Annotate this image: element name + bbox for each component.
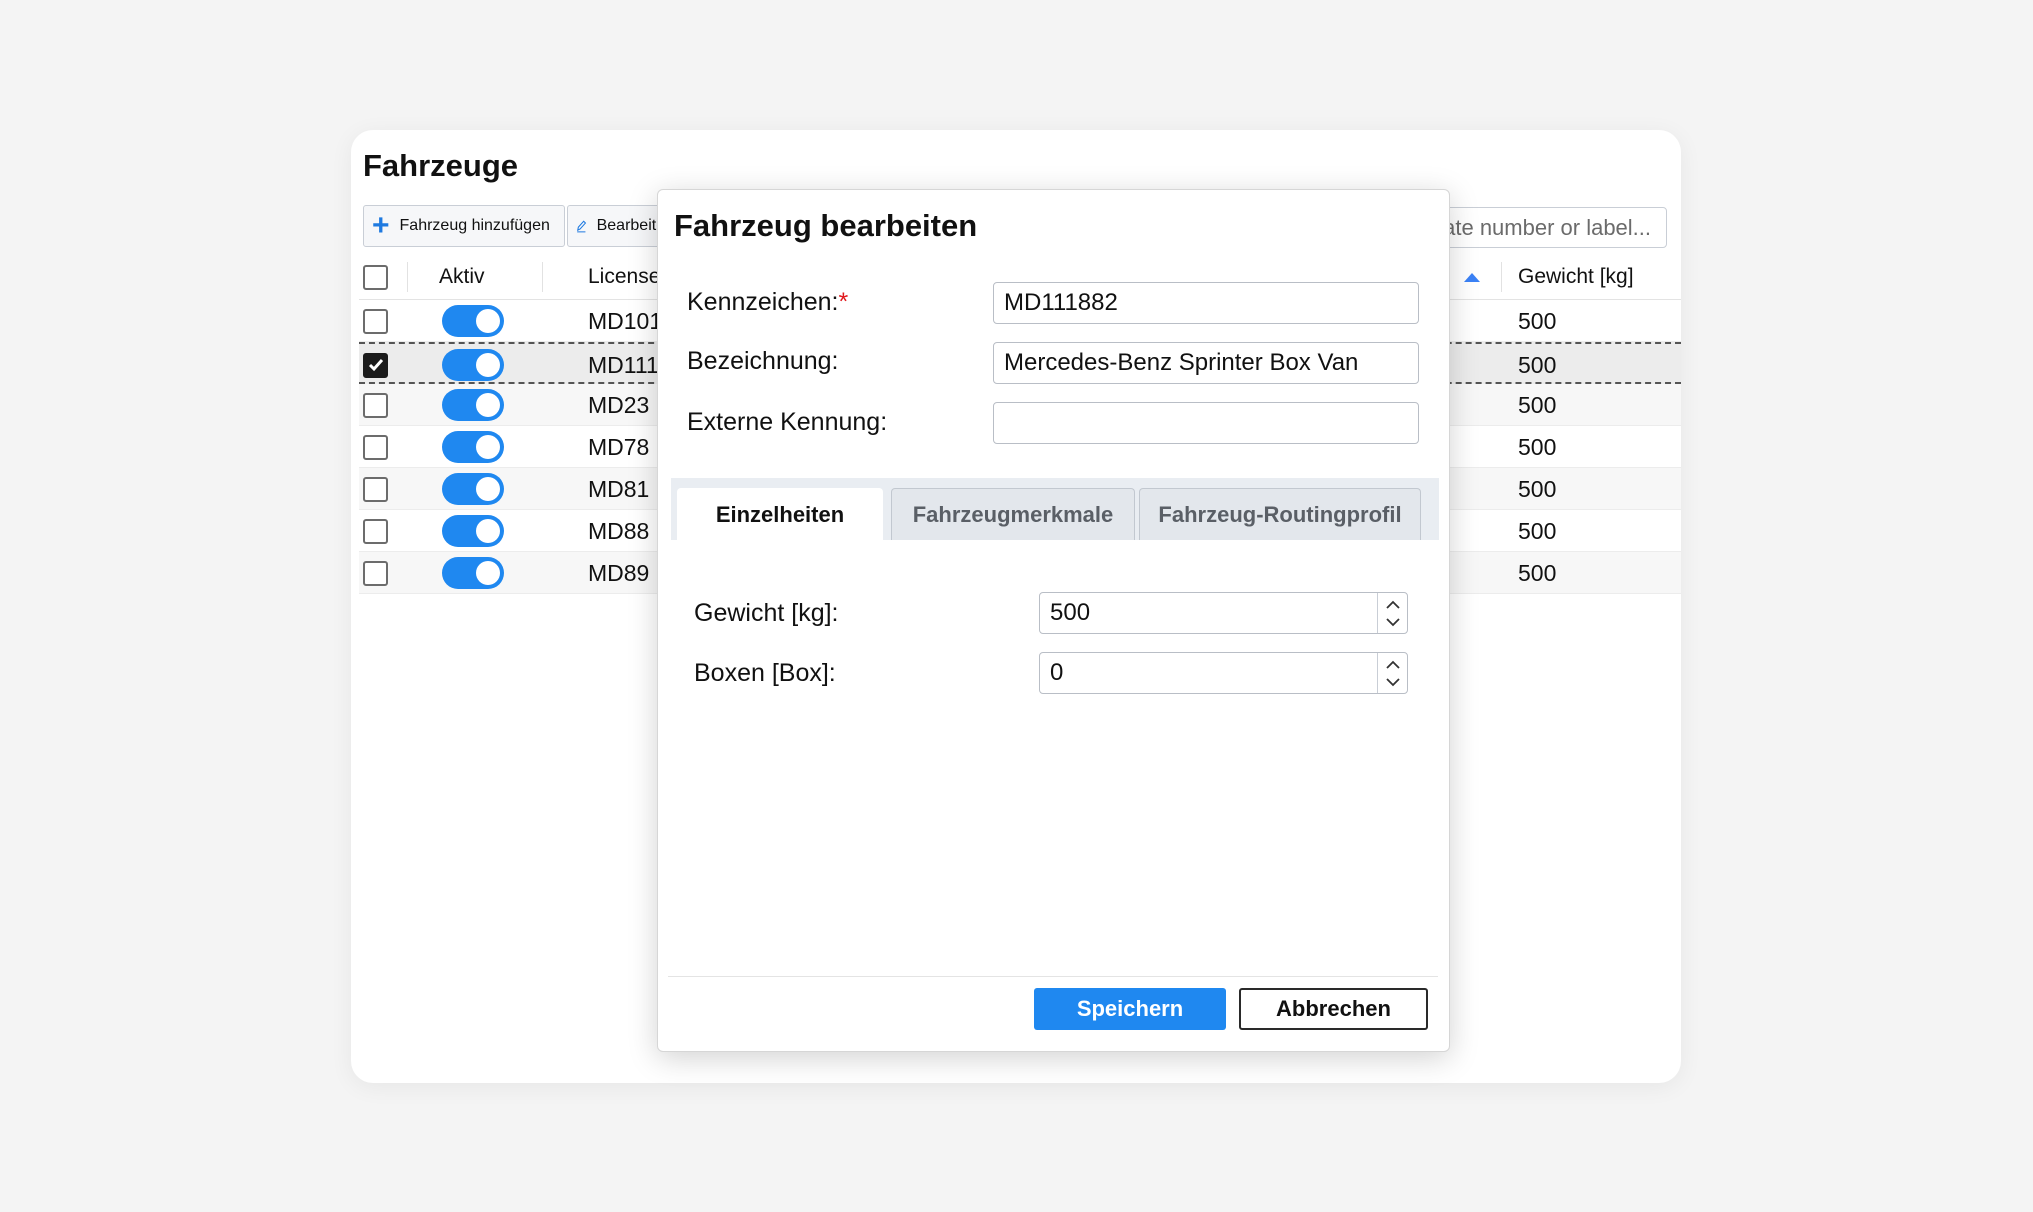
boxes-field xyxy=(1039,652,1408,694)
tab-fahrzeug-routingprofil[interactable]: Fahrzeug-Routingprofil xyxy=(1139,488,1421,540)
license-cell: MD89 xyxy=(588,559,650,586)
page-title: Fahrzeuge xyxy=(363,148,519,183)
active-toggle[interactable] xyxy=(442,515,504,547)
select-all-cell xyxy=(363,254,388,300)
column-header-license[interactable]: License xyxy=(588,254,660,300)
active-toggle[interactable] xyxy=(442,431,504,463)
tab-einzelheiten[interactable]: Einzelheiten xyxy=(677,488,883,540)
active-toggle[interactable] xyxy=(442,473,504,505)
chevron-down-icon[interactable] xyxy=(1379,613,1407,631)
row-checkbox[interactable] xyxy=(363,392,388,418)
weight-field xyxy=(1039,592,1408,634)
weight-cell: 500 xyxy=(1518,433,1557,460)
license-cell: MD81 xyxy=(588,475,650,502)
label-input[interactable] xyxy=(993,342,1419,384)
license-cell: MD88 xyxy=(588,517,650,544)
search-input[interactable] xyxy=(1416,208,1666,247)
tab-fahrzeugmerkmale[interactable]: Fahrzeugmerkmale xyxy=(891,488,1135,540)
row-checkbox[interactable] xyxy=(363,560,388,586)
row-checkbox[interactable] xyxy=(363,476,388,502)
sort-ascending-icon[interactable] xyxy=(1463,254,1481,300)
weight-label: Gewicht [kg]: xyxy=(694,599,839,627)
add-vehicle-label: Fahrzeug hinzufügen xyxy=(399,217,550,234)
tab-strip: Einzelheiten Fahrzeugmerkmale Fahrzeug-R… xyxy=(671,478,1439,540)
weight-spinner[interactable] xyxy=(1377,593,1407,633)
weight-cell: 500 xyxy=(1518,351,1557,378)
boxes-label: Boxen [Box]: xyxy=(694,659,836,687)
column-header-active[interactable]: Aktiv xyxy=(439,254,485,300)
row-checkbox[interactable] xyxy=(363,518,388,544)
weight-cell: 500 xyxy=(1518,559,1557,586)
weight-input[interactable] xyxy=(1040,593,1360,633)
column-header-weight[interactable]: Gewicht [kg] xyxy=(1518,254,1634,300)
weight-cell: 500 xyxy=(1518,475,1557,502)
license-plate-input[interactable] xyxy=(993,282,1419,324)
license-cell: MD111 xyxy=(588,351,659,378)
edit-vehicle-dialog: Fahrzeug bearbeiten Kennzeichen:* Bezeic… xyxy=(657,189,1450,1052)
plus-icon: + xyxy=(372,209,390,242)
required-marker: * xyxy=(838,288,849,316)
footer-divider xyxy=(668,976,1438,977)
label-field-label: Bezeichnung: xyxy=(687,347,839,375)
active-toggle[interactable] xyxy=(442,389,504,421)
license-cell: MD78 xyxy=(588,433,650,460)
pencil-icon xyxy=(577,220,587,233)
chevron-up-icon[interactable] xyxy=(1379,655,1407,673)
weight-cell: 500 xyxy=(1518,307,1557,334)
row-checkbox[interactable] xyxy=(363,352,388,378)
active-toggle[interactable] xyxy=(442,557,504,589)
row-checkbox[interactable] xyxy=(363,308,388,334)
save-button[interactable]: Speichern xyxy=(1034,988,1226,1030)
license-plate-label: Kennzeichen:* xyxy=(687,288,849,316)
boxes-spinner[interactable] xyxy=(1377,653,1407,693)
license-cell: MD23 xyxy=(588,391,650,418)
weight-cell: 500 xyxy=(1518,517,1557,544)
external-id-input[interactable] xyxy=(993,402,1419,444)
external-id-label: Externe Kennung: xyxy=(687,408,888,436)
cancel-button[interactable]: Abbrechen xyxy=(1239,988,1428,1030)
dialog-title: Fahrzeug bearbeiten xyxy=(674,208,978,243)
search-field[interactable] xyxy=(1415,207,1667,248)
boxes-input[interactable] xyxy=(1040,653,1360,693)
chevron-down-icon[interactable] xyxy=(1379,673,1407,691)
weight-cell: 500 xyxy=(1518,391,1557,418)
active-toggle[interactable] xyxy=(442,349,504,381)
select-all-checkbox[interactable] xyxy=(363,264,388,290)
chevron-up-icon[interactable] xyxy=(1379,595,1407,613)
license-cell: MD101 xyxy=(588,307,663,334)
active-toggle[interactable] xyxy=(442,305,504,337)
add-vehicle-button[interactable]: + Fahrzeug hinzufügen xyxy=(363,205,565,247)
row-checkbox[interactable] xyxy=(363,434,388,460)
